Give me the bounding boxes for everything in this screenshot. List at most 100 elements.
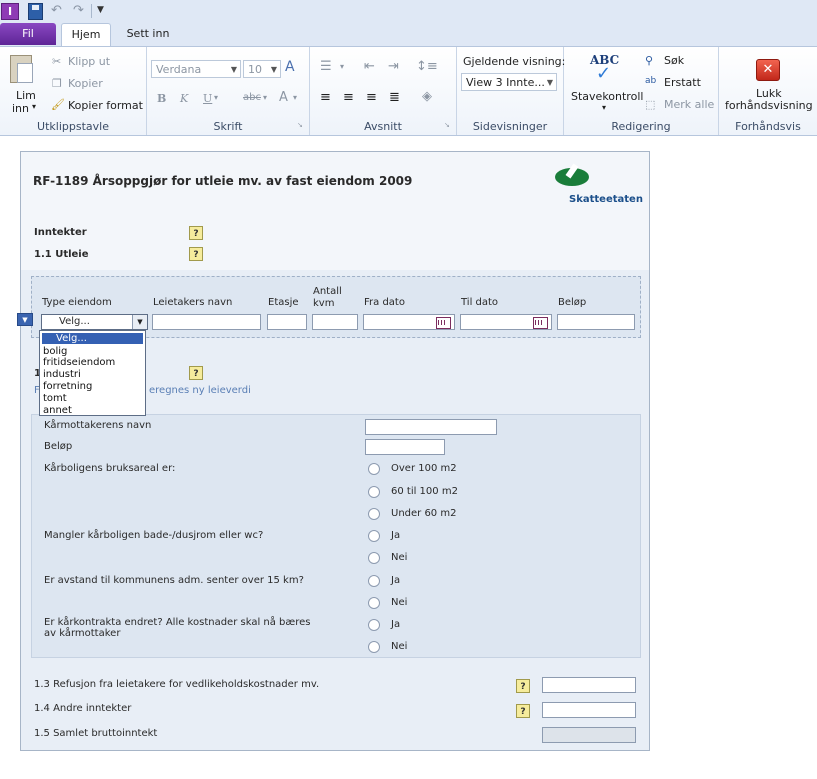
views-group: Gjeldende visning: View 3 Innte... ▼ Side…	[457, 47, 566, 135]
line-spacing-icon[interactable]: ↕≡	[416, 59, 438, 74]
format-painter-icon: 🖌	[51, 98, 65, 111]
row-menu-icon[interactable]: ▼	[17, 313, 33, 326]
bath-no-label: Nei	[391, 552, 408, 563]
tenant-name-input[interactable]	[152, 314, 261, 330]
italic-button[interactable]: K	[180, 92, 188, 105]
current-view-select[interactable]: View 3 Innte... ▼	[461, 73, 557, 91]
bold-button[interactable]: B	[157, 92, 166, 105]
to-date-input[interactable]	[460, 314, 552, 330]
bath-no-radio[interactable]	[368, 552, 380, 564]
gross-income-label: 1.5 Samlet bruttoinntekt	[34, 728, 158, 739]
align-left-icon[interactable]: ≡	[320, 90, 331, 105]
column-header-floor: Etasje	[268, 297, 299, 308]
help-button[interactable]: ?	[516, 704, 530, 718]
bullets-icon[interactable]: ☰	[320, 59, 332, 74]
redo-icon[interactable]: ↷	[73, 3, 87, 18]
column-header-to: Til dato	[461, 297, 499, 308]
justify-icon[interactable]: ≣	[389, 90, 400, 105]
ribbon: Lim inn ▾ ✂ Klipp ut ❐ Kopier 🖌 Kopier f…	[0, 46, 817, 136]
area-over-100-radio[interactable]	[368, 463, 380, 475]
dropdown-option[interactable]: tomt	[43, 393, 67, 405]
replace-button[interactable]: Erstatt	[664, 76, 701, 89]
help-button[interactable]: ?	[516, 679, 530, 693]
area-sqm-input[interactable]	[312, 314, 358, 330]
underline-button[interactable]: U	[203, 92, 212, 105]
close-preview-button[interactable]: ✕ Lukk forhåndsvisning	[719, 51, 817, 112]
chevron-down-icon[interactable]: ▼	[132, 315, 147, 329]
kaar-name-input[interactable]	[365, 419, 497, 435]
align-center-icon[interactable]: ≡	[343, 90, 354, 105]
property-type-select[interactable]: Velg... ▼	[41, 314, 148, 330]
tab-insert[interactable]: Sett inn	[120, 23, 176, 45]
spellcheck-button[interactable]: ABC ✓ Stavekontroll ▾	[571, 51, 643, 112]
select-all-icon: ⬚	[645, 98, 656, 111]
copy-button[interactable]: Kopier	[68, 77, 103, 90]
from-date-input[interactable]	[363, 314, 455, 330]
align-right-icon[interactable]: ≡	[366, 90, 377, 105]
area-under-60-radio[interactable]	[368, 508, 380, 520]
find-button[interactable]: Søk	[664, 54, 684, 67]
dropdown-option-selected[interactable]: Velg...	[42, 333, 143, 344]
preview-group-label: Forhåndsvis	[735, 120, 801, 133]
paste-dropdown-icon[interactable]: ▾	[32, 102, 36, 111]
help-button[interactable]: ?	[189, 366, 203, 380]
decrease-indent-icon[interactable]: ⇤	[364, 59, 375, 74]
strikethrough-button[interactable]: abc	[243, 92, 261, 103]
form-canvas: RF-1189 Årsoppgjør for utleie mv. av fas…	[17, 151, 650, 751]
editing-group: ABC ✓ Stavekontroll ▾ ⚲ Søk ab Erstatt ⬚…	[564, 47, 719, 135]
current-view-value: View 3 Innte...	[466, 76, 545, 89]
tab-home[interactable]: Hjem	[61, 23, 111, 47]
chevron-down-icon[interactable]: ▾	[293, 93, 297, 102]
increase-indent-icon[interactable]: ⇥	[388, 59, 399, 74]
help-button[interactable]: ?	[189, 247, 203, 261]
customize-toolbar-icon[interactable]: ▼	[97, 3, 107, 18]
skatteetaten-logo-icon	[555, 163, 589, 186]
calendar-icon[interactable]	[533, 317, 548, 329]
help-button[interactable]: ?	[189, 226, 203, 240]
dropdown-option[interactable]: forretning	[43, 381, 92, 393]
toolbar-divider	[91, 4, 92, 18]
cut-button[interactable]: Klipp ut	[68, 55, 110, 68]
chevron-down-icon[interactable]: ▾	[263, 93, 267, 102]
undo-icon[interactable]: ↶	[51, 3, 65, 18]
infopath-app-icon[interactable]: I	[1, 3, 19, 20]
format-painter-button[interactable]: Kopier format	[68, 99, 143, 112]
paragraph-group-label: Avsnitt	[364, 120, 402, 133]
tab-file[interactable]: Fil	[0, 23, 56, 45]
shading-icon[interactable]: ◈	[422, 89, 432, 104]
bath-yes-radio[interactable]	[368, 530, 380, 542]
font-size-select[interactable]: 10 ▼	[243, 60, 281, 78]
chevron-down-icon: ▼	[546, 78, 553, 87]
clear-formatting-icon[interactable]: A	[285, 59, 295, 75]
floor-input[interactable]	[267, 314, 307, 330]
dropdown-option[interactable]: industri	[43, 369, 81, 381]
paste-button[interactable]	[8, 53, 34, 87]
paste-label-1[interactable]: Lim	[16, 89, 36, 102]
scissors-icon: ✂	[52, 55, 62, 68]
font-color-button[interactable]: A	[279, 90, 288, 105]
select-all-button[interactable]: Merk alle	[664, 98, 714, 111]
chevron-down-icon[interactable]: ▾	[214, 93, 218, 102]
current-view-label: Gjeldende visning:	[463, 55, 566, 68]
dropdown-option[interactable]: annet	[43, 405, 72, 417]
other-income-input[interactable]	[542, 702, 636, 718]
save-icon[interactable]	[28, 3, 43, 20]
contract-no-radio[interactable]	[368, 641, 380, 653]
amount-input[interactable]	[557, 314, 635, 330]
kaar-contract-question-2: av kårmottaker	[44, 628, 121, 639]
paste-label-2[interactable]: inn	[12, 102, 29, 115]
editing-group-label: Redigering	[611, 120, 671, 133]
chevron-down-icon: ▼	[230, 65, 237, 74]
column-header-type: Type eiendom	[42, 297, 112, 308]
area-option-label: Under 60 m2	[391, 508, 457, 519]
contract-yes-radio[interactable]	[368, 619, 380, 631]
font-family-select[interactable]: Verdana ▼	[151, 60, 241, 78]
kaar-amount-input[interactable]	[365, 439, 445, 455]
distance-no-radio[interactable]	[368, 597, 380, 609]
area-60-100-radio[interactable]	[368, 486, 380, 498]
dropdown-option[interactable]: fritidseiendom	[43, 357, 115, 369]
calendar-icon[interactable]	[436, 317, 451, 329]
refund-input[interactable]	[542, 677, 636, 693]
distance-yes-radio[interactable]	[368, 575, 380, 587]
chevron-down-icon[interactable]: ▾	[340, 62, 344, 71]
